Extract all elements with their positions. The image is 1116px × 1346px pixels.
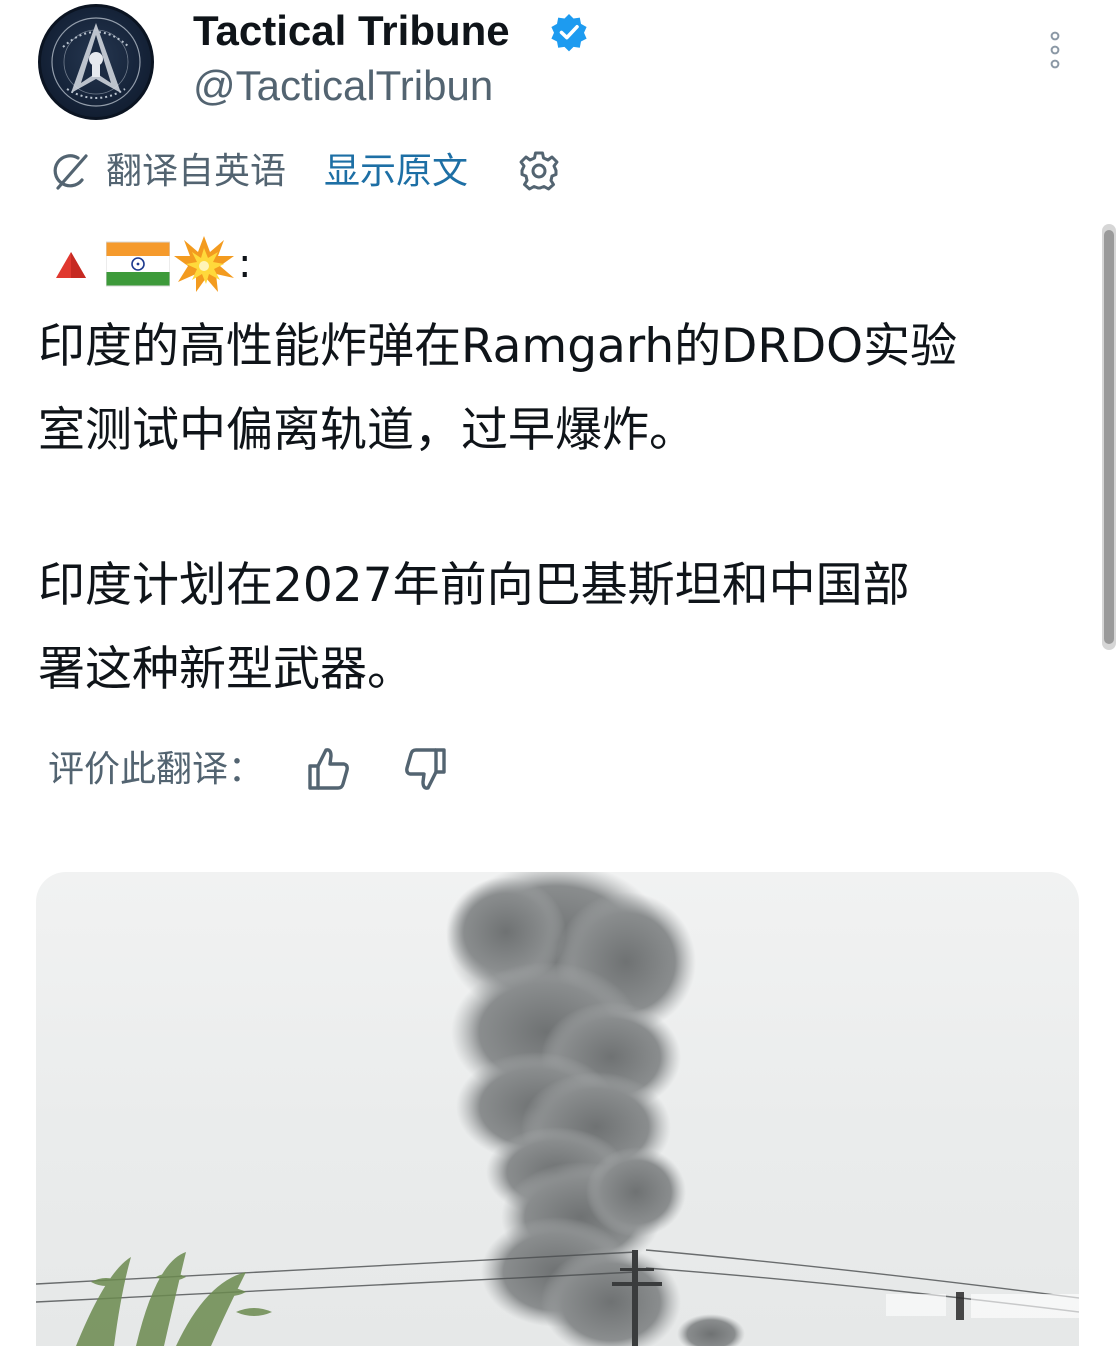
emoji-prefix: : [50,234,310,294]
tactical-tribune-logo [51,17,141,107]
gear-icon[interactable] [516,148,562,194]
verified-badge-icon [551,14,587,52]
red-triangle-icon [56,252,86,278]
tweet-text-line: 印度计划在2027年前向巴基斯坦和中国部 [38,558,910,613]
tweet-text-line: 印度的高性能炸弹在Ramgarh的DRDO实验 [38,319,958,374]
thumbs-up-icon[interactable] [306,744,352,792]
rate-translation-bar: 评价此翻译： [48,740,468,800]
translation-bar: 翻译自英语 显示原文 [48,146,608,198]
collision-icon [174,236,234,292]
tweet-page: Tactical Tribune @TacticalTribun 翻译自英语 显… [0,0,1116,1346]
translated-from-label: 翻译自英语 [106,151,287,192]
rate-translation-label: 评价此翻译： [48,749,265,790]
thumbs-down-icon[interactable] [402,746,448,794]
account-handle[interactable]: @TacticalTribun [193,62,493,110]
tweet-text-line: 署这种新型武器。 [38,642,414,697]
explosion-smoke-photo [36,872,1079,1346]
emoji-colon: : [238,241,252,287]
account-name[interactable]: Tactical Tribune [193,6,510,56]
tweet-media-image[interactable] [36,872,1079,1346]
more-options-icon[interactable] [1040,28,1070,72]
avatar[interactable] [38,4,154,120]
translate-icon [53,154,88,190]
show-original-link[interactable]: 显示原文 [324,148,468,196]
tweet-text-line: 室测试中偏离轨道，过早爆炸。 [38,403,696,458]
scrollbar-thumb[interactable] [1104,230,1114,644]
scrollbar[interactable] [1102,224,1116,650]
india-flag-icon [106,241,170,287]
